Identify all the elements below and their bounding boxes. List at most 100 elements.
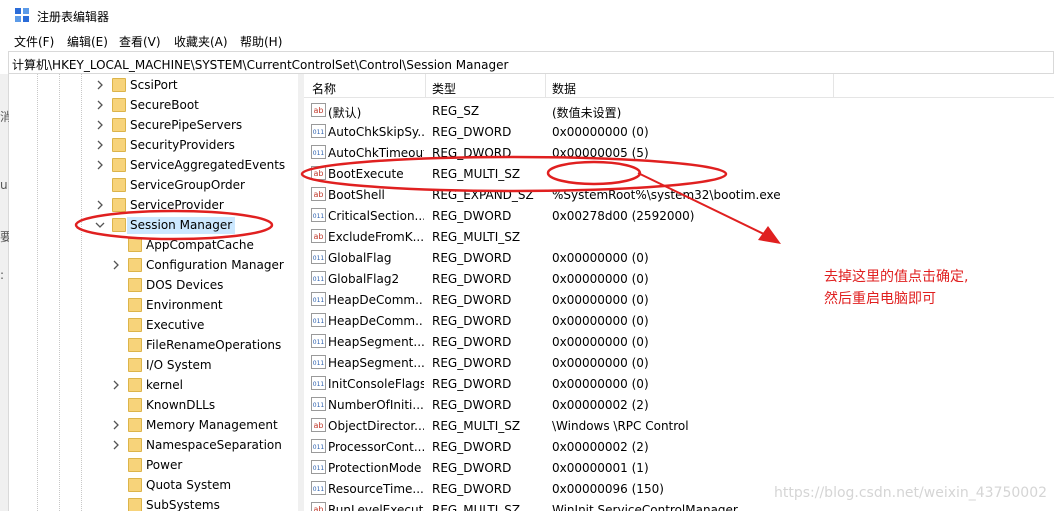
binary-value-icon: 011 — [311, 376, 326, 390]
list-row[interactable]: 011 HeapDeComm... REG_DWORD 0x00000000 (0) — [304, 310, 1054, 331]
chevron-right-icon[interactable] — [111, 380, 121, 390]
list-row[interactable]: 011 ProtectionMode REG_DWORD 0x00000001 (1) — [304, 457, 1054, 478]
binary-value-icon: 011 — [311, 250, 326, 264]
tree-item[interactable]: SecureBoot — [9, 95, 289, 115]
tree-item-label: Quota System — [146, 478, 232, 492]
value-type: REG_DWORD — [432, 293, 512, 307]
list-row[interactable]: 011 GlobalFlag REG_DWORD 0x00000000 (0) — [304, 247, 1054, 268]
tree-item[interactable]: DOS Devices — [9, 275, 289, 295]
chevron-right-icon[interactable] — [95, 140, 105, 150]
tree-item[interactable]: ScsiPort — [9, 75, 289, 95]
chevron-right-icon[interactable] — [95, 80, 105, 90]
address-path[interactable]: 计算机\HKEY_LOCAL_MACHINE\SYSTEM\CurrentCon… — [12, 56, 508, 73]
folder-icon — [112, 218, 126, 232]
list-row[interactable]: 011 HeapSegment... REG_DWORD 0x00000000 (0) — [304, 331, 1054, 352]
value-data: 0x00000000 (0) — [552, 377, 649, 391]
tree-item[interactable]: Environment — [9, 295, 289, 315]
tree-item[interactable]: Quota System — [9, 475, 289, 495]
list-row[interactable]: ab ExcludeFromK... REG_MULTI_SZ — [304, 226, 1054, 247]
binary-value-icon: 011 — [311, 460, 326, 474]
value-name: ObjectDirector... — [328, 419, 424, 433]
binary-value-icon: 011 — [311, 271, 326, 285]
value-type: REG_DWORD — [432, 335, 512, 349]
tree-item[interactable]: Session Manager — [9, 215, 289, 235]
tree-item[interactable]: SubSystems — [9, 495, 289, 511]
tree-item[interactable]: ServiceGroupOrder — [9, 175, 289, 195]
tree-item[interactable]: I/O System — [9, 355, 289, 375]
list-row[interactable]: 011 AutoChkSkipSy... REG_DWORD 0x00000000 (… — [304, 121, 1054, 142]
list-row[interactable]: ab (默认) REG_SZ (数值未设置) — [304, 100, 1054, 121]
registry-tree[interactable]: ScsiPort SecureBoot SecurePipeServers Secur… — [9, 74, 298, 511]
value-name: HeapSegment... — [328, 335, 424, 349]
chevron-right-icon[interactable] — [111, 260, 121, 270]
column-separator[interactable] — [425, 74, 426, 98]
tree-item[interactable]: kernel — [9, 375, 289, 395]
list-row[interactable]: 011 CriticalSection... REG_DWORD 0x00278d00… — [304, 205, 1054, 226]
chevron-right-icon[interactable] — [111, 420, 121, 430]
chevron-down-icon[interactable] — [95, 220, 105, 230]
tree-item[interactable]: FileRenameOperations — [9, 335, 289, 355]
svg-text:011: 011 — [313, 255, 325, 262]
column-header-data[interactable]: 数据 — [552, 80, 576, 97]
list-row[interactable]: 011 ProcessorCont... REG_DWORD 0x00000002 (… — [304, 436, 1054, 457]
tree-item[interactable]: Configuration Manager — [9, 255, 289, 275]
chevron-right-icon[interactable] — [111, 440, 121, 450]
svg-text:011: 011 — [313, 297, 325, 304]
value-type: REG_EXPAND_SZ — [432, 188, 534, 202]
chevron-right-icon[interactable] — [95, 200, 105, 210]
value-name: ResourceTime... — [328, 482, 424, 496]
tree-item[interactable]: SecurityProviders — [9, 135, 289, 155]
list-row[interactable]: ab ObjectDirector... REG_MULTI_SZ \Windows … — [304, 415, 1054, 436]
folder-icon — [128, 378, 142, 392]
string-value-icon: ab — [311, 166, 326, 180]
tree-item[interactable]: AppCompatCache — [9, 235, 289, 255]
list-row[interactable]: 011 NumberOfIniti... REG_DWORD 0x00000002 (… — [304, 394, 1054, 415]
chevron-right-icon[interactable] — [95, 120, 105, 130]
background-window-edge: 消 u 要 : — [0, 74, 12, 511]
tree-item-label: Executive — [146, 318, 205, 332]
value-data: 0x00278d00 (2592000) — [552, 209, 695, 223]
string-value-icon: ab — [311, 418, 326, 432]
chevron-right-icon[interactable] — [95, 100, 105, 110]
value-type: REG_DWORD — [432, 440, 512, 454]
tree-item[interactable]: SecurePipeServers — [9, 115, 289, 135]
value-type: REG_DWORD — [432, 251, 512, 265]
list-row[interactable]: 011 InitConsoleFlags REG_DWORD 0x00000000 (… — [304, 373, 1054, 394]
tree-item[interactable]: ServiceAggregatedEvents — [9, 155, 289, 175]
menu-favorites[interactable]: 收藏夹(A) — [174, 33, 228, 50]
tree-item[interactable]: Executive — [9, 315, 289, 335]
tree-item[interactable]: Power — [9, 455, 289, 475]
column-header-type[interactable]: 类型 — [432, 80, 456, 97]
svg-text:011: 011 — [313, 360, 325, 367]
list-row[interactable]: 011 HeapSegment... REG_DWORD 0x00000000 (0) — [304, 352, 1054, 373]
list-row[interactable]: 011 AutoChkTimeout REG_DWORD 0x00000005 (5) — [304, 142, 1054, 163]
value-data: 0x00000000 (0) — [552, 314, 649, 328]
value-name: BootExecute — [328, 167, 404, 181]
tree-item-label: ServiceGroupOrder — [130, 178, 245, 192]
value-type: REG_SZ — [432, 104, 480, 118]
value-type: REG_DWORD — [432, 209, 512, 223]
binary-value-icon: 011 — [311, 334, 326, 348]
tree-item[interactable]: Memory Management — [9, 415, 289, 435]
chevron-right-icon[interactable] — [95, 160, 105, 170]
column-separator[interactable] — [833, 74, 834, 98]
tree-item[interactable]: NamespaceSeparation — [9, 435, 289, 455]
value-name: AutoChkTimeout — [328, 146, 424, 160]
tree-item-label: ScsiPort — [130, 78, 178, 92]
tree-item[interactable]: ServiceProvider — [9, 195, 289, 215]
menu-help[interactable]: 帮助(H) — [240, 33, 282, 50]
list-row[interactable]: ab BootExecute REG_MULTI_SZ — [304, 163, 1054, 184]
binary-value-icon: 011 — [311, 397, 326, 411]
value-data: 0x00000000 (0) — [552, 356, 649, 370]
list-row[interactable]: ab BootShell REG_EXPAND_SZ %SystemRoot%\sys… — [304, 184, 1054, 205]
tree-item[interactable]: KnownDLLs — [9, 395, 289, 415]
folder-icon — [128, 298, 142, 312]
column-separator[interactable] — [545, 74, 546, 98]
address-bar[interactable]: 计算机\HKEY_LOCAL_MACHINE\SYSTEM\CurrentCon… — [8, 51, 1054, 74]
menu-file[interactable]: 文件(F) — [14, 33, 54, 50]
menu-edit[interactable]: 编辑(E) — [67, 33, 108, 50]
value-type: REG_DWORD — [432, 356, 512, 370]
value-name: ProtectionMode — [328, 461, 422, 475]
column-header-name[interactable]: 名称 — [312, 80, 336, 97]
menu-view[interactable]: 查看(V) — [119, 33, 161, 50]
